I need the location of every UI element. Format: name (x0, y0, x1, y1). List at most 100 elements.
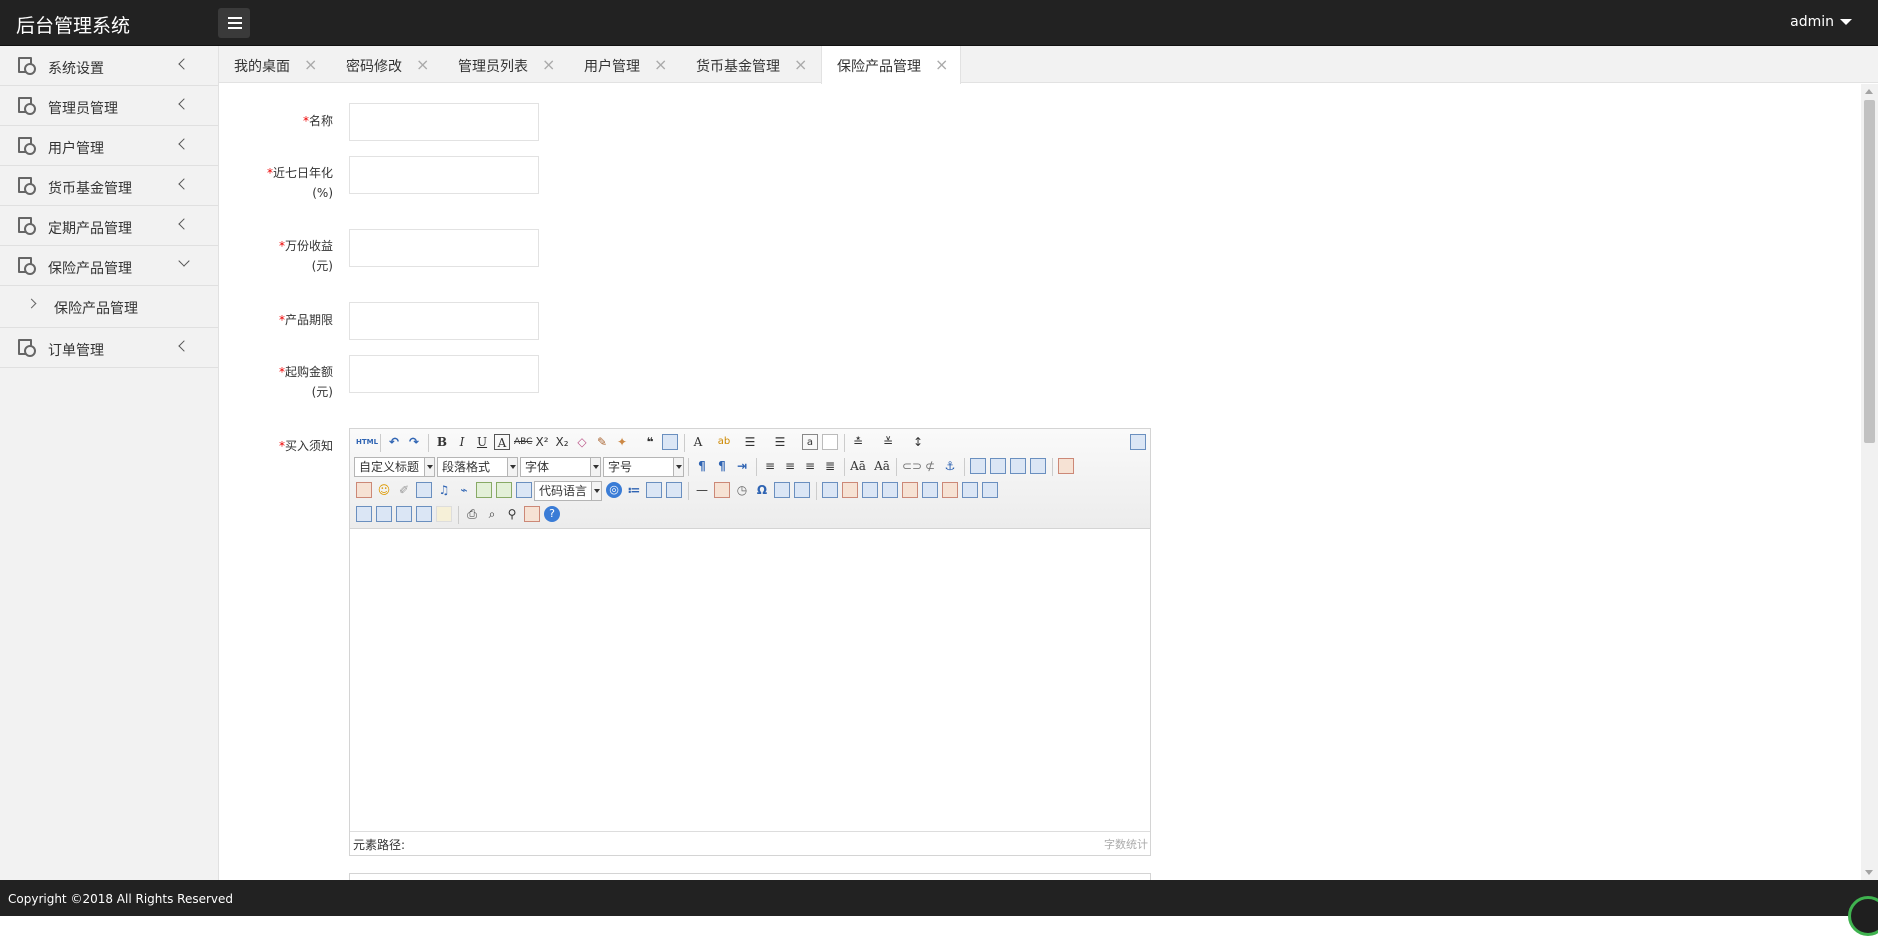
close-icon[interactable]: × (654, 55, 667, 74)
subscript-icon[interactable]: X₂ (554, 434, 570, 450)
user-menu[interactable]: admin (1790, 14, 1852, 30)
close-icon[interactable]: × (416, 55, 429, 74)
seven-day-yield-input[interactable] (349, 156, 539, 194)
eraser-icon[interactable]: ◇ (574, 434, 590, 450)
insert-video-icon[interactable] (416, 482, 432, 498)
font-border-icon[interactable]: A (494, 434, 510, 450)
search-replace-icon[interactable] (774, 482, 790, 498)
word-image-icon[interactable] (666, 482, 682, 498)
font-size-select[interactable]: 字号 (603, 457, 684, 477)
highlight-icon[interactable]: ab (716, 434, 732, 450)
font-color-icon[interactable]: A (690, 434, 706, 450)
auto-typeset-icon[interactable]: ✦ (614, 434, 630, 450)
html-source-icon[interactable]: HTML (356, 434, 378, 450)
close-icon[interactable]: × (794, 55, 807, 74)
sidebar-item-system-settings[interactable]: 系统设置 (0, 46, 218, 86)
editor-content-area[interactable] (350, 529, 1150, 831)
close-icon[interactable]: × (935, 55, 948, 74)
unlink-icon[interactable]: ⊄ (922, 458, 938, 474)
page-break-icon[interactable]: ◎ (606, 482, 622, 498)
simple-upload-icon[interactable] (1058, 458, 1074, 474)
undo-icon[interactable]: ↶ (386, 434, 402, 450)
template-icon[interactable]: ≔ (626, 482, 642, 498)
date-icon[interactable] (714, 482, 730, 498)
drafts-icon[interactable] (524, 506, 540, 522)
tab-admin-list[interactable]: 管理员列表 × (443, 46, 569, 83)
delete-row-icon[interactable] (902, 482, 918, 498)
anchor-icon[interactable]: ⚓ (942, 458, 958, 474)
insert-image-icon[interactable] (356, 482, 372, 498)
blockquote-icon[interactable]: ❝ (642, 434, 658, 450)
scroll-thumb[interactable] (1864, 100, 1875, 443)
close-icon[interactable]: × (304, 55, 317, 74)
web-app-icon[interactable] (794, 482, 810, 498)
gmap-icon[interactable] (496, 482, 512, 498)
font-family-select[interactable]: 字体 (520, 457, 601, 477)
paste-plain-icon[interactable] (662, 434, 678, 450)
merge-right-icon[interactable] (982, 482, 998, 498)
horizontal-rule-icon[interactable]: — (694, 482, 710, 498)
name-input[interactable] (349, 103, 539, 141)
ltr-icon[interactable]: ¶ (694, 458, 710, 474)
sidebar-item-insurance-product[interactable]: 保险产品管理 (0, 246, 218, 286)
align-justify-icon[interactable]: ≣ (822, 458, 838, 474)
sidebar-item-admin-management[interactable]: 管理员管理 (0, 86, 218, 126)
merge-down-icon[interactable] (356, 506, 372, 522)
ordered-list-icon[interactable]: ☰ (742, 434, 758, 450)
indent-icon[interactable]: ⇥ (734, 458, 750, 474)
map-icon[interactable] (476, 482, 492, 498)
split-cols-icon[interactable] (416, 506, 432, 522)
search-icon[interactable]: ⚲ (504, 506, 520, 522)
superscript-icon[interactable]: X² (534, 434, 550, 450)
underline-icon[interactable]: U (474, 434, 490, 450)
bold-icon[interactable]: B (434, 434, 450, 450)
image-left-icon[interactable] (990, 458, 1006, 474)
image-center-icon[interactable] (1030, 458, 1046, 474)
special-char-icon[interactable]: Ω (754, 482, 770, 498)
select-all-icon[interactable]: a (802, 434, 818, 450)
emotion-icon[interactable]: ☺ (376, 482, 392, 498)
tab-money-fund[interactable]: 货币基金管理 × (681, 46, 821, 83)
align-left-icon[interactable]: ≡ (762, 458, 778, 474)
strikethrough-icon[interactable]: ABC (514, 434, 532, 450)
rtl-icon[interactable]: ¶ (714, 458, 730, 474)
delete-col-icon[interactable] (942, 482, 958, 498)
sidebar-item-money-fund[interactable]: 货币基金管理 (0, 166, 218, 206)
sidebar-item-orders[interactable]: 订单管理 (0, 328, 218, 368)
unordered-list-icon[interactable]: ☰ (772, 434, 788, 450)
paragraph-format-select[interactable]: 段落格式 (437, 457, 518, 477)
close-icon[interactable]: × (542, 55, 555, 74)
scroll-up-arrow-icon[interactable] (1865, 89, 1873, 94)
insert-paragraph-before-table-icon[interactable] (862, 482, 878, 498)
preview-icon[interactable]: ⌕ (484, 506, 500, 522)
clear-doc-icon[interactable] (822, 434, 838, 450)
align-right-icon[interactable]: ≡ (802, 458, 818, 474)
align-center-icon[interactable]: ≡ (782, 458, 798, 474)
code-language-select[interactable]: 代码语言 (534, 481, 602, 501)
insert-col-icon[interactable] (922, 482, 938, 498)
to-uppercase-icon[interactable]: Aā (850, 458, 866, 474)
music-icon[interactable]: ♫ (436, 482, 452, 498)
split-cells-icon[interactable] (376, 506, 392, 522)
insert-frame-icon[interactable] (516, 482, 532, 498)
to-lowercase-icon[interactable]: Aā (874, 458, 890, 474)
split-rows-icon[interactable] (396, 506, 412, 522)
row-spacing-bottom-icon[interactable]: ≚ (880, 434, 896, 450)
min-purchase-input[interactable] (349, 355, 539, 393)
custom-title-select[interactable]: 自定义标题 (354, 457, 435, 477)
tab-password-change[interactable]: 密码修改 × (331, 46, 443, 83)
per-10k-return-input[interactable] (349, 229, 539, 267)
insert-row-icon[interactable] (882, 482, 898, 498)
line-height-icon[interactable]: ↕ (910, 434, 926, 450)
sidebar-subitem-insurance-product[interactable]: 保险产品管理 (0, 286, 218, 328)
print-icon[interactable]: ⎙ (464, 506, 480, 522)
status-badge-icon[interactable] (1848, 896, 1878, 936)
menu-toggle-button[interactable] (218, 8, 250, 38)
image-none-icon[interactable] (970, 458, 986, 474)
help-icon[interactable]: ? (544, 506, 560, 522)
link-icon[interactable]: ⊂⊃ (902, 458, 922, 474)
content-scrollbar[interactable] (1861, 84, 1878, 880)
product-term-input[interactable] (349, 302, 539, 340)
format-painter-icon[interactable]: ✎ (594, 434, 610, 450)
tab-insurance-product[interactable]: 保险产品管理 × (821, 46, 961, 84)
